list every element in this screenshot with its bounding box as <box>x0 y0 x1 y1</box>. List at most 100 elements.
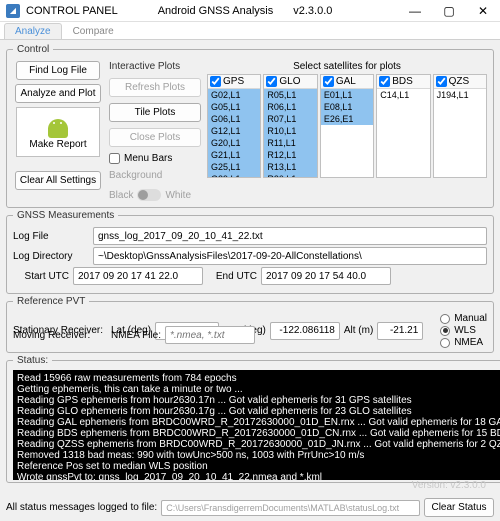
sat-cell[interactable]: R20,L1 <box>264 173 316 178</box>
version-tag: Version: v2.3.0.0 <box>412 480 486 491</box>
sat-cell[interactable]: G25,L1 <box>208 161 260 173</box>
android-icon <box>47 115 69 137</box>
end-utc-label: End UTC <box>207 271 257 282</box>
background-label: Background <box>109 170 201 181</box>
menu-bars-checkbox[interactable] <box>109 153 120 164</box>
analyze-plot-button[interactable]: Analyze and Plot <box>15 84 100 103</box>
interactive-plots-label: Interactive Plots <box>109 61 201 72</box>
sat-header-label: QZS <box>449 76 470 87</box>
sat-checkbox-qzs[interactable] <box>436 76 447 87</box>
minimize-button[interactable]: — <box>398 0 432 22</box>
sat-cell[interactable]: E01,L1 <box>321 89 373 101</box>
sat-column-gal: GAL E01,L1E08,L1E26,E1 <box>320 74 374 178</box>
lon-input[interactable] <box>270 322 340 340</box>
app-logo-icon: ◢ <box>6 4 20 18</box>
log-dir-label: Log Directory <box>13 251 89 262</box>
alt-label: Alt (m) <box>344 325 373 336</box>
window-title: CONTROL PANEL <box>26 5 118 17</box>
sat-cell[interactable]: R12,L1 <box>264 149 316 161</box>
log-dir-input[interactable] <box>93 247 487 265</box>
tab-analyze[interactable]: Analyze <box>4 23 62 39</box>
sat-cell[interactable]: C14,L1 <box>377 89 429 101</box>
find-log-button[interactable]: Find Log File <box>16 61 100 80</box>
end-utc-input[interactable] <box>261 267 391 285</box>
sat-header-label: GAL <box>336 76 356 87</box>
menu-bars-label: Menu Bars <box>124 153 172 164</box>
status-group: Status: Read 15966 raw measurements from… <box>6 355 500 483</box>
status-line: Removed 1318 bad meas: 990 with towUnc>5… <box>17 450 500 461</box>
sat-cell[interactable]: G12,L1 <box>208 125 260 137</box>
window-version: v2.3.0.0 <box>293 5 332 17</box>
status-line: Wrote gnssPvt to: gnss_log_2017_09_20_10… <box>17 472 500 480</box>
sat-cell[interactable]: R11,L1 <box>264 137 316 149</box>
satellite-selection: Select satellites for plots GPS G02,L1G05… <box>207 59 487 201</box>
sat-cell[interactable]: G02,L1 <box>208 89 260 101</box>
tile-plots-button[interactable]: Tile Plots <box>109 103 201 122</box>
background-toggle[interactable] <box>137 189 161 201</box>
clear-status-button[interactable]: Clear Status <box>424 498 494 517</box>
nmea-radio-row[interactable]: NMEA <box>440 337 487 348</box>
sat-column-glo: GLOR05,L1R06,L1R07,L1R10,L1R11,L1R12,L1R… <box>263 74 317 178</box>
status-line: Reading GAL ephemeris from BRDC00WRD_R_2… <box>17 417 500 428</box>
status-line: Reference Pos set to median WLS position <box>17 461 500 472</box>
sat-cell[interactable]: G29,L1 <box>208 173 260 178</box>
sat-checkbox-gps[interactable] <box>210 76 221 87</box>
sat-cell[interactable]: G21,L1 <box>208 149 260 161</box>
moving-label: Moving Receiver: <box>13 330 107 341</box>
tab-compare[interactable]: Compare <box>62 23 125 39</box>
wls-label: WLS <box>454 325 476 336</box>
make-report-label: Make Report <box>29 139 86 150</box>
sat-column-gps: GPSG02,L1G05,L1G06,L1G12,L1G20,L1G21,L1G… <box>207 74 261 178</box>
sat-checkbox-glo[interactable] <box>266 76 277 87</box>
start-utc-input[interactable] <box>73 267 203 285</box>
sat-cell[interactable]: R06,L1 <box>264 101 316 113</box>
sat-cell[interactable]: E08,L1 <box>321 101 373 113</box>
sat-checkbox-bds[interactable] <box>379 76 390 87</box>
pvt-legend: Reference PVT <box>13 296 89 307</box>
make-report-button[interactable]: Make Report <box>16 107 100 157</box>
footer: All status messages logged to file: Clea… <box>0 496 500 519</box>
sat-cell[interactable]: R05,L1 <box>264 89 316 101</box>
nmea-label: NMEA <box>454 337 483 348</box>
sat-cell[interactable]: J194,L1 <box>434 89 486 101</box>
gnss-group: GNSS Measurements Log File Log Directory… <box>6 210 494 294</box>
close-button[interactable]: ✕ <box>466 0 500 22</box>
sat-cell[interactable]: G06,L1 <box>208 113 260 125</box>
wls-radio-row[interactable]: WLS <box>440 325 487 336</box>
log-file-input[interactable] <box>93 227 487 245</box>
status-line: Getting ephemeris, this can take a minut… <box>17 384 500 395</box>
control-group: Control Find Log File Analyze and Plot M… <box>6 44 494 208</box>
sat-cell[interactable]: E26,E1 <box>321 113 373 125</box>
status-legend: Status: <box>13 355 52 366</box>
white-label: White <box>165 190 191 201</box>
sat-cell[interactable]: R10,L1 <box>264 125 316 137</box>
sat-cell[interactable]: G05,L1 <box>208 101 260 113</box>
black-label: Black <box>109 190 133 201</box>
maximize-button[interactable]: ▢ <box>432 0 466 22</box>
nmea-file-input[interactable] <box>165 326 255 344</box>
sat-cell[interactable]: R13,L1 <box>264 161 316 173</box>
status-console: Read 15966 raw measurements from 784 epo… <box>13 370 500 480</box>
nmea-file-label: NMEA File: <box>111 330 161 341</box>
refresh-plots-button[interactable]: Refresh Plots <box>109 78 201 97</box>
manual-label: Manual <box>454 313 487 324</box>
alt-input[interactable] <box>377 322 423 340</box>
sat-cell[interactable]: G20,L1 <box>208 137 260 149</box>
status-line: Reading QZSS ephemeris from BRDC00WRD_R_… <box>17 439 500 450</box>
footer-label: All status messages logged to file: <box>6 502 157 513</box>
clear-all-button[interactable]: Clear All Settings <box>15 171 101 190</box>
sat-column-qzs: QZS J194,L1 <box>433 74 487 178</box>
sat-checkbox-gal[interactable] <box>323 76 334 87</box>
status-line: Reading BDS ephemeris from BRDC00WRD_R_2… <box>17 428 500 439</box>
radio-icon <box>440 338 450 348</box>
radio-icon <box>440 326 450 336</box>
pvt-group: Reference PVT Stationary Receiver: Lat (… <box>6 296 494 353</box>
footer-path-input[interactable] <box>161 500 420 516</box>
control-legend: Control <box>13 44 53 55</box>
sat-header-label: GPS <box>223 76 244 87</box>
sat-title: Select satellites for plots <box>207 61 487 72</box>
sat-cell[interactable]: R07,L1 <box>264 113 316 125</box>
manual-radio-row[interactable]: Manual <box>440 313 487 324</box>
close-plots-button[interactable]: Close Plots <box>109 128 201 147</box>
sat-header-label: BDS <box>392 76 413 87</box>
